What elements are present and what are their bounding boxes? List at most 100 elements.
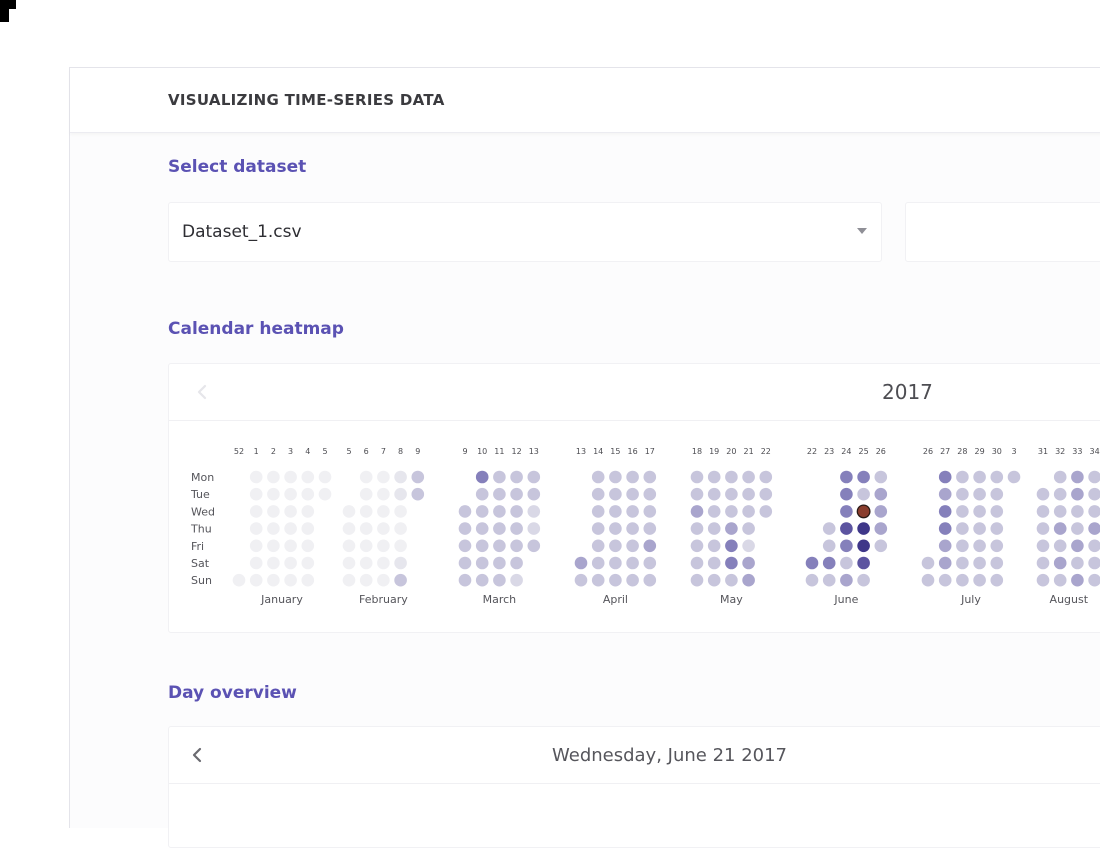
heatmap-cell[interactable] (475, 573, 489, 587)
heatmap-cell[interactable] (284, 487, 297, 501)
heatmap-cell[interactable] (690, 505, 704, 518)
heatmap-cell[interactable] (840, 522, 853, 535)
heatmap-cell[interactable] (742, 470, 755, 484)
heatmap-cell[interactable] (1036, 573, 1050, 587)
heatmap-cell[interactable] (249, 487, 263, 501)
heatmap-cell[interactable] (359, 539, 373, 553)
heatmap-cell[interactable] (1053, 487, 1067, 501)
heatmap-cell[interactable] (742, 556, 755, 570)
heatmap-cell[interactable] (921, 573, 935, 587)
heatmap-cell[interactable] (822, 522, 836, 535)
heatmap-cell[interactable] (690, 556, 704, 570)
heatmap-cell[interactable] (527, 539, 541, 553)
heatmap-cell[interactable] (510, 522, 523, 535)
heatmap-cell[interactable] (626, 505, 639, 518)
heatmap-cell[interactable] (643, 556, 657, 570)
heatmap-cell[interactable] (643, 505, 657, 518)
heatmap-cell[interactable] (822, 539, 836, 553)
heatmap-cell[interactable] (938, 539, 952, 553)
heatmap-cell[interactable] (874, 470, 888, 484)
heatmap-cell[interactable] (805, 556, 819, 570)
heatmap-cell[interactable] (1036, 539, 1050, 553)
heatmap-cell[interactable] (574, 573, 588, 587)
heatmap-cell[interactable] (284, 539, 297, 553)
chevron-left-icon[interactable] (188, 745, 208, 765)
heatmap-cell[interactable] (267, 573, 280, 587)
heatmap-cell[interactable] (377, 556, 390, 570)
heatmap-cell[interactable] (805, 573, 819, 587)
heatmap-cell[interactable] (1036, 556, 1050, 570)
heatmap-cell[interactable] (626, 539, 639, 553)
heatmap-cell[interactable] (1088, 505, 1100, 518)
heatmap-cell[interactable] (1088, 470, 1100, 484)
heatmap-cell[interactable] (857, 556, 870, 570)
heatmap-cell[interactable] (1088, 539, 1100, 553)
heatmap-cell[interactable] (591, 556, 605, 570)
heatmap-cell[interactable] (822, 556, 836, 570)
heatmap-cell[interactable] (475, 539, 489, 553)
heatmap-cell[interactable] (874, 505, 888, 518)
heatmap-cell[interactable] (475, 470, 489, 484)
heatmap-cell[interactable] (377, 539, 390, 553)
heatmap-cell[interactable] (591, 505, 605, 518)
heatmap-cell[interactable] (1053, 522, 1067, 535)
heatmap-cell[interactable] (609, 539, 622, 553)
heatmap-cell[interactable] (1007, 470, 1021, 484)
heatmap-cell[interactable] (626, 556, 639, 570)
heatmap-cell[interactable] (1071, 522, 1084, 535)
heatmap-cell[interactable] (510, 470, 523, 484)
heatmap-cell[interactable] (1088, 556, 1100, 570)
heatmap-cell[interactable] (956, 539, 969, 553)
heatmap-cell[interactable] (493, 470, 506, 484)
heatmap-cell[interactable] (643, 487, 657, 501)
heatmap-cell[interactable] (1053, 539, 1067, 553)
heatmap-cell[interactable] (475, 522, 489, 535)
heatmap-cell[interactable] (938, 470, 952, 484)
heatmap-cell[interactable] (249, 522, 263, 535)
heatmap-cell[interactable] (742, 487, 755, 501)
heatmap-cell[interactable] (591, 573, 605, 587)
heatmap-cell[interactable] (725, 522, 738, 535)
heatmap-cell[interactable] (857, 539, 870, 553)
heatmap-cell[interactable] (342, 556, 356, 570)
heatmap-cell[interactable] (284, 470, 297, 484)
heatmap-cell[interactable] (394, 470, 407, 484)
heatmap-cell[interactable] (301, 487, 315, 501)
heatmap-cell[interactable] (591, 470, 605, 484)
heatmap-cell[interactable] (1071, 573, 1084, 587)
heatmap-cell[interactable] (359, 556, 373, 570)
heatmap-cell[interactable] (359, 573, 373, 587)
heatmap-cell[interactable] (493, 539, 506, 553)
heatmap-cell[interactable] (707, 487, 721, 501)
secondary-select[interactable] (905, 202, 1100, 262)
heatmap-cell[interactable] (377, 522, 390, 535)
heatmap-cell[interactable] (690, 539, 704, 553)
heatmap-cell[interactable] (377, 505, 390, 518)
heatmap-cell[interactable] (956, 505, 969, 518)
heatmap-cell[interactable] (249, 556, 263, 570)
heatmap-cell[interactable] (301, 573, 315, 587)
heatmap-cell[interactable] (458, 505, 472, 518)
heatmap-cell[interactable] (857, 470, 870, 484)
heatmap-cell[interactable] (574, 556, 588, 570)
heatmap-cell[interactable] (510, 556, 523, 570)
heatmap-cell[interactable] (1071, 487, 1084, 501)
heatmap-cell[interactable] (973, 522, 986, 535)
heatmap-cell[interactable] (377, 487, 390, 501)
heatmap-cell[interactable] (510, 505, 523, 518)
heatmap-cell[interactable] (284, 556, 297, 570)
heatmap-cell[interactable] (840, 505, 853, 518)
heatmap-cell[interactable] (973, 539, 986, 553)
heatmap-cell[interactable] (475, 505, 489, 518)
heatmap-cell[interactable] (707, 470, 721, 484)
heatmap-cell[interactable] (921, 556, 935, 570)
heatmap-cell[interactable] (394, 573, 407, 587)
heatmap-cell[interactable] (643, 522, 657, 535)
heatmap-cell[interactable] (874, 539, 888, 553)
heatmap-cell[interactable] (527, 487, 541, 501)
heatmap-cell[interactable] (840, 539, 853, 553)
heatmap-cell[interactable] (284, 505, 297, 518)
heatmap-cell[interactable] (301, 556, 315, 570)
heatmap-cell[interactable] (973, 573, 986, 587)
heatmap-cell[interactable] (359, 470, 373, 484)
